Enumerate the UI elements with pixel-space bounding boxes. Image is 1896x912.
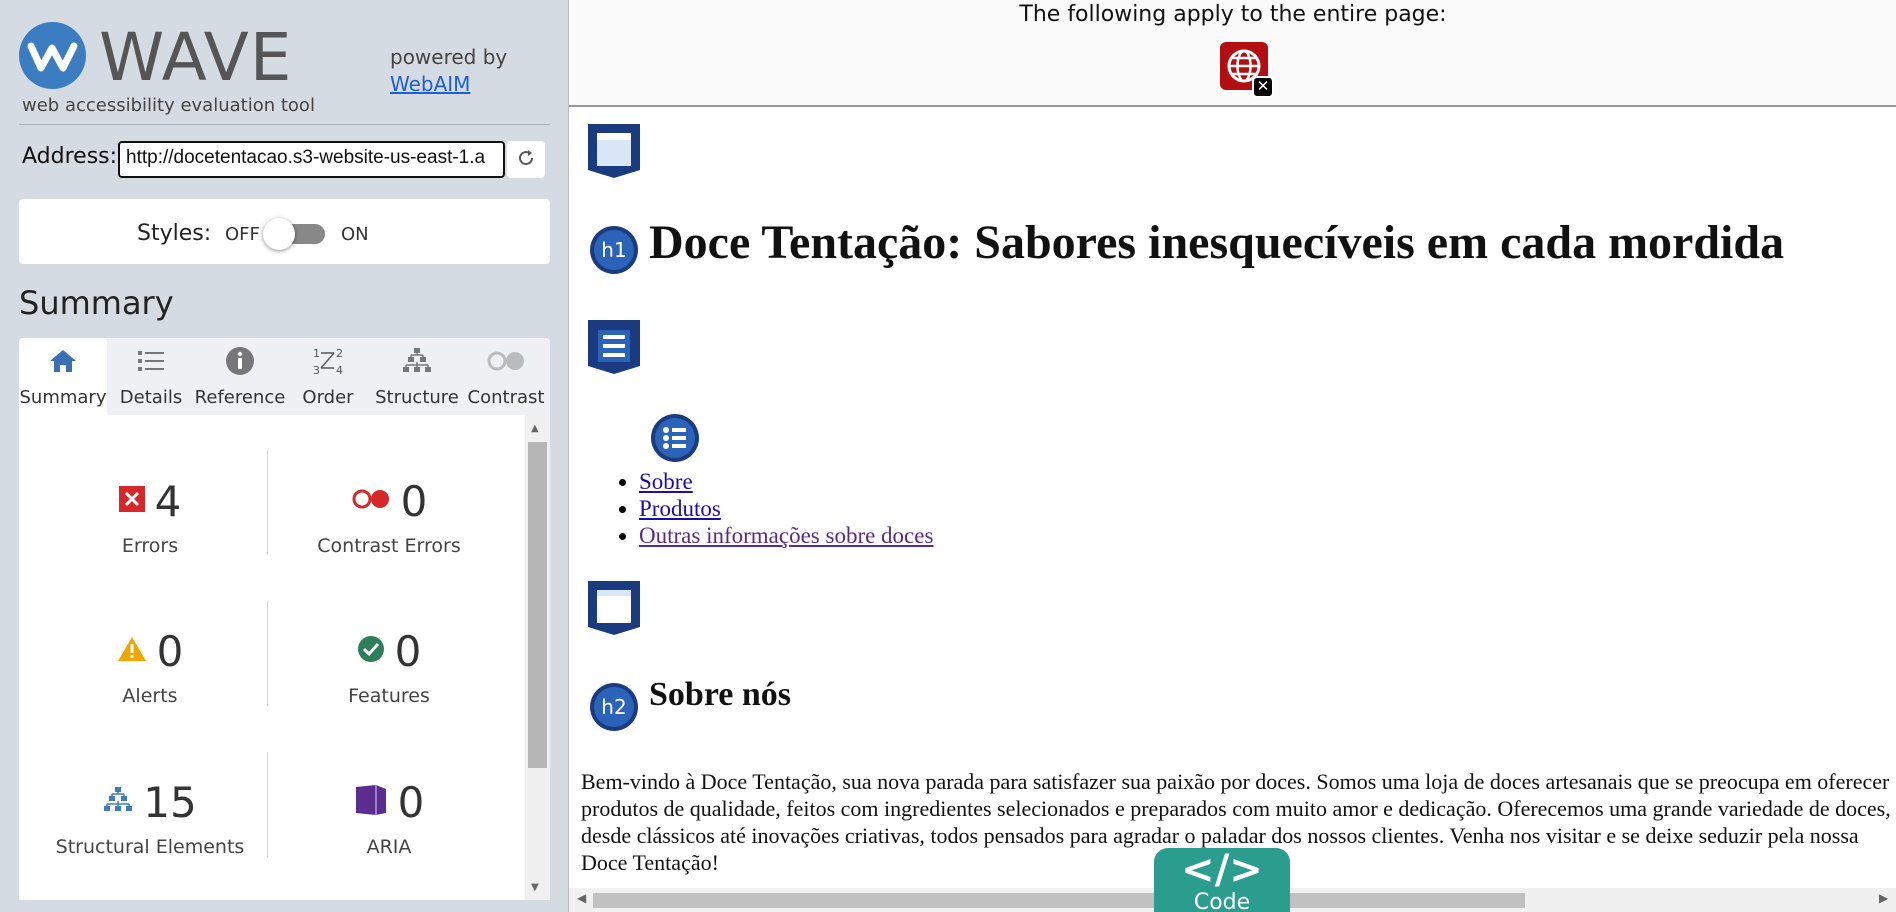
svg-text:2: 2 [336,347,343,360]
page-preview: The following apply to the entire page: … [568,0,1896,912]
aria-count: 0 [397,777,425,827]
structure-element-icon [103,785,133,819]
features-label: Features [348,685,430,707]
unordered-list-icon[interactable] [650,413,700,467]
svg-text:4: 4 [336,364,343,377]
tab-summary[interactable]: Summary [19,338,107,415]
svg-text:1: 1 [313,347,320,360]
apply-text: The following apply to the entire page: [1019,2,1447,27]
h2-badge: h2 [601,695,626,719]
tab-bar: Summary Details Reference 1234 Order Str… [19,338,550,415]
stat-alerts[interactable]: 0 Alerts [30,625,270,707]
feature-icon [357,635,385,667]
errors-count: 4 [154,476,182,526]
scroll-up-arrow-icon[interactable]: ▲ [531,423,539,434]
page-h1: Doce Tentação: Sabores inesquecíveis em … [649,216,1785,269]
aria-icon [354,783,388,821]
structural-count: 15 [143,777,197,827]
address-input[interactable]: http://docetentacao.s3-website-us-east-1… [118,141,505,178]
app-tagline: web accessibility evaluation tool [22,95,315,116]
nav-link-outras[interactable]: Outras informações sobre doces [639,523,933,548]
contrast-errors-label: Contrast Errors [317,535,461,557]
code-icon: </> [1181,847,1263,893]
structural-label: Structural Elements [55,836,245,858]
powered-by-text: powered by [390,45,508,69]
list-item: Outras informações sobre doces [639,522,933,549]
divider [19,124,550,125]
powered-by: powered by WebAIM [390,44,507,98]
styles-off-label: OFF [225,224,260,245]
page-h2: Sobre nós [649,676,792,713]
h1-heading-icon[interactable]: h1 [589,225,639,279]
stat-aria[interactable]: 0 ARIA [269,776,509,858]
address-label: Address: [22,144,118,169]
main-landmark-icon[interactable] [588,581,640,639]
info-icon [225,346,255,381]
list-icon [137,348,165,379]
h2-heading-icon[interactable]: h2 [589,682,639,736]
list-item: Sobre [639,468,933,495]
nav-link-sobre[interactable]: Sobre [639,469,693,494]
styles-label: Styles: [137,221,212,246]
error-x-icon: ✕ [1252,76,1274,98]
scroll-down-arrow-icon[interactable]: ▼ [531,882,539,893]
contrast-icon [486,350,526,377]
scroll-left-arrow-icon[interactable]: ◀ [577,891,586,905]
features-count: 0 [394,626,422,676]
app-name: WAVE [99,19,293,96]
styles-on-label: ON [341,224,369,245]
navigation-landmark-icon[interactable] [588,320,640,378]
alerts-label: Alerts [122,685,178,707]
wave-logo-icon [19,22,86,89]
summary-heading: Summary [19,284,174,322]
order-icon: 1 2 3 4 [312,345,344,382]
h1-badge: h1 [601,238,626,262]
nav-link-produtos[interactable]: Produtos [639,496,721,521]
list-item: Produtos [639,495,933,522]
scroll-right-arrow-icon[interactable]: ▶ [1879,891,1888,905]
wave-sidebar: WAVE web accessibility evaluation tool p… [0,0,568,912]
tab-details[interactable]: Details [107,338,195,415]
code-toggle-button[interactable]: </> Code [1154,848,1290,912]
home-icon [49,348,77,379]
styles-toggle-knob[interactable] [263,218,295,250]
alerts-count: 0 [156,626,184,676]
reload-button[interactable] [507,141,545,178]
alert-icon [117,636,147,666]
tab-structure[interactable]: Structure [373,338,461,415]
tab-reference[interactable]: Reference [195,338,285,415]
stat-features[interactable]: 0 Features [269,625,509,708]
tab-order[interactable]: 1234 Order [284,338,372,415]
reload-icon [516,148,536,172]
horizontal-scroll-thumb[interactable] [593,893,1525,908]
header-landmark-icon[interactable] [588,124,640,182]
summary-scroll-thumb[interactable] [528,442,547,768]
structure-icon [402,346,432,381]
page-level-bar: The following apply to the entire page: … [569,0,1896,107]
nav-list: Sobre Produtos Outras informações sobre … [639,468,933,549]
summary-panel: 4 Errors 0 Contrast Errors 0 Alerts 0 Fe… [19,415,550,900]
contrast-errors-count: 0 [400,476,428,526]
svg-text:3: 3 [313,364,320,377]
stat-structural-elements[interactable]: 15 Structural Elements [30,776,270,859]
errors-label: Errors [121,535,179,557]
webaim-link[interactable]: WebAIM [390,72,470,96]
stat-contrast-errors[interactable]: 0 Contrast Errors [269,475,509,558]
stat-errors[interactable]: 4 Errors [30,475,270,557]
tab-contrast-label: Contrast [467,387,545,408]
code-button-label: Code [1193,890,1251,912]
aria-label: ARIA [366,836,412,858]
error-icon [118,486,145,516]
contrast-error-icon [351,488,391,514]
tab-contrast[interactable]: Contrast [462,338,550,415]
